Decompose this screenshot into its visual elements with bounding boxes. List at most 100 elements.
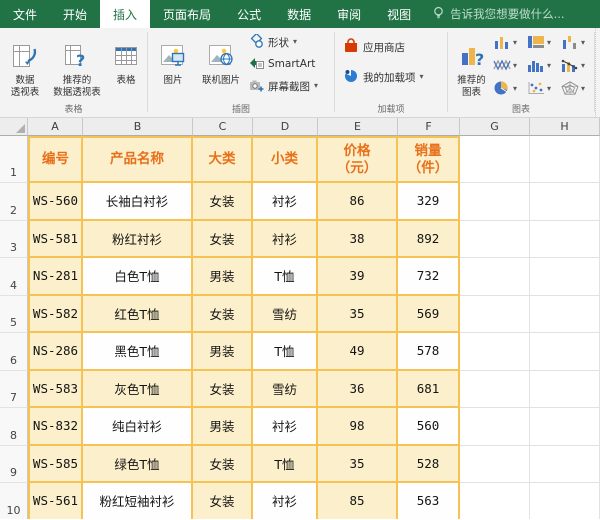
pivottable-button[interactable]: 数据 透视表 xyxy=(2,28,48,99)
cell-B5[interactable]: 红色T恤 xyxy=(83,295,193,333)
cell-G6[interactable] xyxy=(460,333,530,371)
tab-file[interactable]: 文件 xyxy=(0,0,50,28)
column-header-D[interactable]: D xyxy=(253,118,318,136)
pie-chart-button[interactable]: ▾ xyxy=(493,79,526,99)
pictures-button[interactable]: 图片 xyxy=(153,28,193,87)
cell-D6[interactable]: T恤 xyxy=(253,333,318,371)
tell-me-box[interactable]: 告诉我您想要做什么... xyxy=(426,0,570,28)
cell-G9[interactable] xyxy=(460,445,530,483)
cell-A3[interactable]: WS-581 xyxy=(28,220,83,258)
cell-C2[interactable]: 女装 xyxy=(193,183,253,221)
row-header-9[interactable]: 9 xyxy=(0,445,28,483)
cell-C4[interactable]: 男装 xyxy=(193,258,253,296)
cell-E8[interactable]: 98 xyxy=(318,408,398,446)
cell-C10[interactable]: 女装 xyxy=(193,483,253,519)
radar-chart-button[interactable]: ▾ xyxy=(561,79,594,99)
cell-C8[interactable]: 男装 xyxy=(193,408,253,446)
cell-C6[interactable]: 男装 xyxy=(193,333,253,371)
select-all-corner[interactable] xyxy=(0,118,28,136)
cell-G5[interactable] xyxy=(460,295,530,333)
cell-F7[interactable]: 681 xyxy=(398,370,460,408)
cell-E9[interactable]: 35 xyxy=(318,445,398,483)
cell-B9[interactable]: 绿色T恤 xyxy=(83,445,193,483)
cell-F6[interactable]: 578 xyxy=(398,333,460,371)
cell-F4[interactable]: 732 xyxy=(398,258,460,296)
cell-F10[interactable]: 563 xyxy=(398,483,460,519)
cell-E7[interactable]: 36 xyxy=(318,370,398,408)
row-header-8[interactable]: 8 xyxy=(0,408,28,446)
cell-B10[interactable]: 粉红短袖衬衫 xyxy=(83,483,193,519)
shapes-button[interactable]: 形状 ▾ xyxy=(249,32,318,51)
cell-G8[interactable] xyxy=(460,408,530,446)
cell-A5[interactable]: WS-582 xyxy=(28,295,83,333)
cell-D9[interactable]: T恤 xyxy=(253,445,318,483)
row-header-10[interactable]: 10 xyxy=(0,483,28,519)
cell-C9[interactable]: 女装 xyxy=(193,445,253,483)
row-header-7[interactable]: 7 xyxy=(0,370,28,408)
cell-G4[interactable] xyxy=(460,258,530,296)
cell-H3[interactable] xyxy=(530,220,600,258)
recommended-pivottables-button[interactable]: ? 推荐的 数据透视表 xyxy=(48,28,106,99)
column-header-A[interactable]: A xyxy=(28,118,83,136)
cell-H1[interactable] xyxy=(530,136,600,183)
cell-A10[interactable]: WS-561 xyxy=(28,483,83,519)
cell-G2[interactable] xyxy=(460,183,530,221)
combo-chart-button[interactable]: ▾ xyxy=(561,56,594,76)
cell-H4[interactable] xyxy=(530,258,600,296)
my-addins-button[interactable]: 我的加载项 ▾ xyxy=(343,68,424,86)
row-header-1[interactable]: 1 xyxy=(0,136,28,183)
column-header-C[interactable]: C xyxy=(193,118,253,136)
cell-H6[interactable] xyxy=(530,333,600,371)
cell-B3[interactable]: 粉红衬衫 xyxy=(83,220,193,258)
cell-C5[interactable]: 女装 xyxy=(193,295,253,333)
waterfall-chart-button[interactable]: ▾ xyxy=(561,33,594,53)
smartart-button[interactable]: SmartArt xyxy=(249,55,318,73)
cell-B1[interactable]: 产品名称 xyxy=(83,136,193,183)
row-header-5[interactable]: 5 xyxy=(0,295,28,333)
cell-D1[interactable]: 小类 xyxy=(253,136,318,183)
cell-G3[interactable] xyxy=(460,220,530,258)
cell-E6[interactable]: 49 xyxy=(318,333,398,371)
cell-E2[interactable]: 86 xyxy=(318,183,398,221)
tab-review[interactable]: 审阅 xyxy=(324,0,374,28)
cell-H2[interactable] xyxy=(530,183,600,221)
cell-B6[interactable]: 黑色T恤 xyxy=(83,333,193,371)
recommended-charts-button[interactable]: ? 推荐的 图表 xyxy=(450,28,493,99)
cell-B4[interactable]: 白色T恤 xyxy=(83,258,193,296)
cell-A9[interactable]: WS-585 xyxy=(28,445,83,483)
cell-C3[interactable]: 女装 xyxy=(193,220,253,258)
cell-A8[interactable]: NS-832 xyxy=(28,408,83,446)
row-header-3[interactable]: 3 xyxy=(0,220,28,258)
cell-D5[interactable]: 雪纺 xyxy=(253,295,318,333)
tab-insert[interactable]: 插入 xyxy=(100,0,151,28)
column-chart-button[interactable]: ▾ xyxy=(493,33,526,53)
cell-B7[interactable]: 灰色T恤 xyxy=(83,370,193,408)
cell-H8[interactable] xyxy=(530,408,600,446)
cell-E4[interactable]: 39 xyxy=(318,258,398,296)
cell-H10[interactable] xyxy=(530,483,600,519)
column-header-E[interactable]: E xyxy=(318,118,398,136)
cell-E10[interactable]: 85 xyxy=(318,483,398,519)
cell-B8[interactable]: 纯白衬衫 xyxy=(83,408,193,446)
screenshot-button[interactable]: 屏幕截图 ▾ xyxy=(249,77,318,95)
tab-home[interactable]: 开始 xyxy=(50,0,100,28)
table-button[interactable]: 表格 xyxy=(106,28,146,87)
row-header-2[interactable]: 2 xyxy=(0,183,28,221)
cell-F8[interactable]: 560 xyxy=(398,408,460,446)
cell-F3[interactable]: 892 xyxy=(398,220,460,258)
cell-D4[interactable]: T恤 xyxy=(253,258,318,296)
column-header-F[interactable]: F xyxy=(398,118,460,136)
column-header-G[interactable]: G xyxy=(460,118,530,136)
cell-G1[interactable] xyxy=(460,136,530,183)
column-header-H[interactable]: H xyxy=(530,118,600,136)
cell-D8[interactable]: 衬衫 xyxy=(253,408,318,446)
cell-F9[interactable]: 528 xyxy=(398,445,460,483)
tab-view[interactable]: 视图 xyxy=(374,0,424,28)
cell-D7[interactable]: 雪纺 xyxy=(253,370,318,408)
tab-page-layout[interactable]: 页面布局 xyxy=(150,0,224,28)
online-pictures-button[interactable]: 联机图片 xyxy=(193,28,249,87)
cell-E5[interactable]: 35 xyxy=(318,295,398,333)
tab-formulas[interactable]: 公式 xyxy=(224,0,274,28)
cell-H5[interactable] xyxy=(530,295,600,333)
cell-F1[interactable]: 销量 （件） xyxy=(398,136,460,183)
